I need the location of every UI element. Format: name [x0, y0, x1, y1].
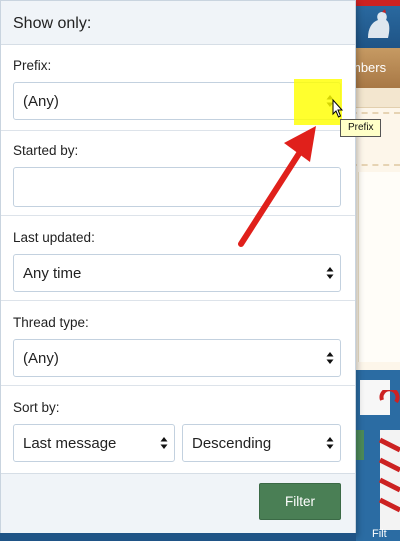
sort-by-label: Sort by: [13, 400, 60, 415]
select-arrows-icon [160, 437, 168, 449]
select-arrows-icon [326, 437, 334, 449]
divider [1, 215, 355, 216]
prefix-tooltip: Prefix [340, 119, 381, 137]
sort-direction-select[interactable]: Descending [182, 424, 341, 462]
sort-field-select[interactable]: Last message [13, 424, 175, 462]
page-footer-strip [0, 533, 356, 541]
thread-type-label: Thread type: [13, 315, 89, 330]
background-filter-link[interactable]: Filt [372, 528, 387, 540]
prefix-select-value: (Any) [23, 93, 59, 110]
last-updated-label: Last updated: [13, 230, 95, 245]
filter-button[interactable]: Filter [259, 483, 341, 520]
thread-type-select[interactable]: (Any) [13, 339, 341, 377]
prefix-label: Prefix: [13, 58, 52, 73]
sort-direction-value: Descending [192, 435, 272, 452]
divider [1, 130, 355, 131]
started-by-input[interactable] [13, 167, 341, 207]
divider [1, 300, 355, 301]
site-logo-icon[interactable] [362, 8, 392, 44]
select-arrows-icon [326, 352, 334, 364]
select-arrows-icon [326, 267, 334, 279]
thread-type-value: (Any) [23, 350, 59, 367]
content-card [358, 172, 400, 362]
prefix-select[interactable]: (Any) [13, 82, 341, 120]
menu-header: Show only: [1, 1, 355, 45]
started-by-label: Started by: [13, 143, 79, 158]
sort-field-value: Last message [23, 435, 117, 452]
last-updated-select[interactable]: Any time [13, 254, 341, 292]
decoration-graphic [378, 390, 400, 530]
sidebar-green-button[interactable] [356, 430, 364, 460]
divider [1, 385, 355, 386]
last-updated-value: Any time [23, 265, 82, 282]
